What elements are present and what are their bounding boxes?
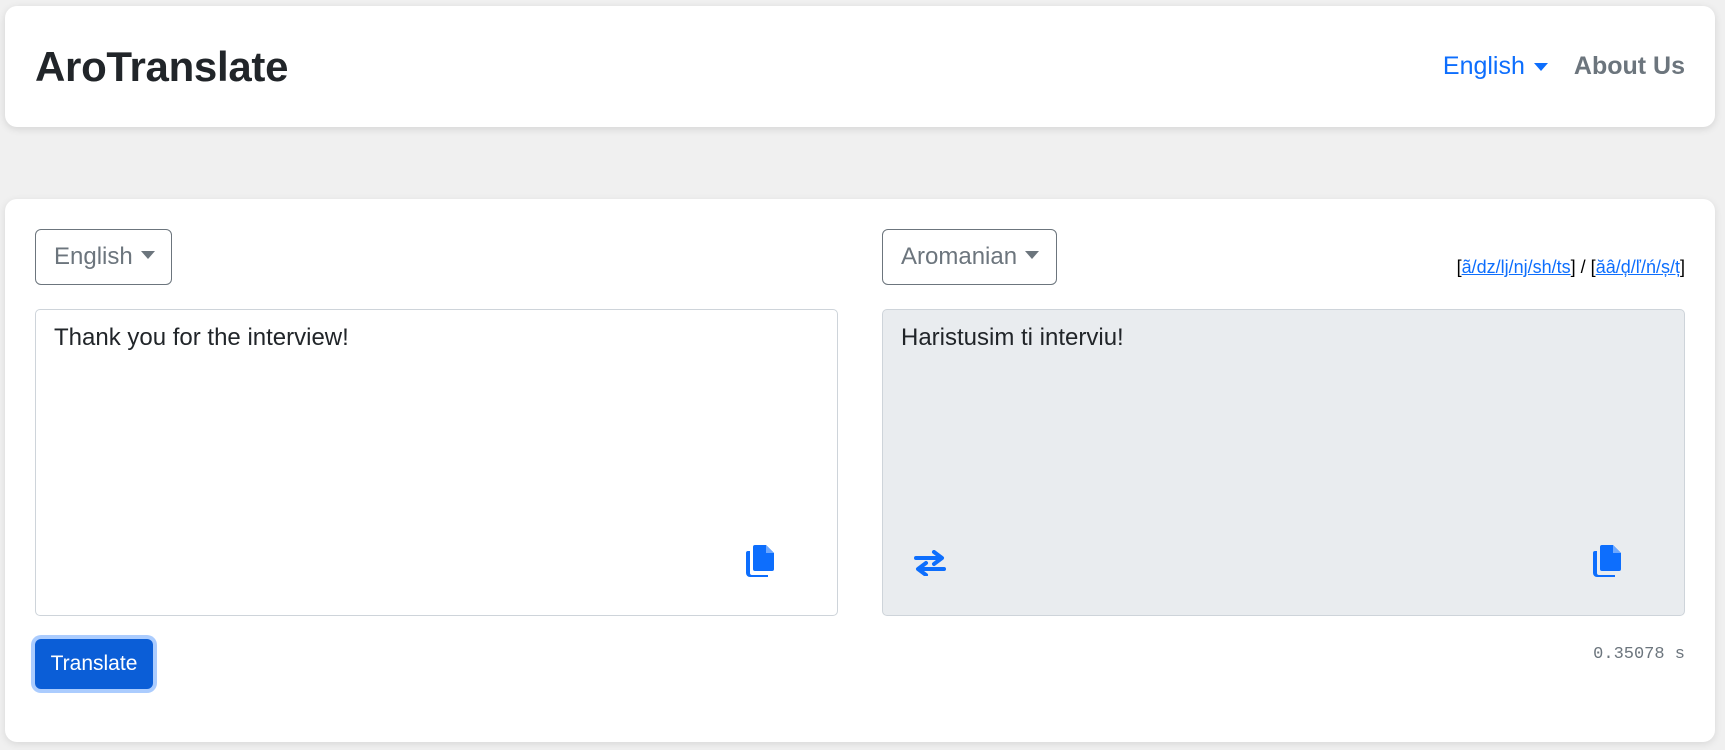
swap-arrows-icon-svg bbox=[914, 550, 946, 577]
target-language-dropdown[interactable]: Aromanian bbox=[882, 229, 1057, 285]
caret-down-icon bbox=[140, 251, 155, 259]
translator-card: English Aromanian [ã/dz/lj/nj/sh/ts] / [… bbox=[5, 199, 1715, 742]
nav-right: English About Us bbox=[1443, 52, 1685, 81]
source-language-dropdown[interactable]: English bbox=[35, 229, 172, 285]
copy-icon[interactable] bbox=[1593, 545, 1621, 582]
ui-language-label: English bbox=[1442, 52, 1525, 80]
source-text-input[interactable]: Thank you for the interview! bbox=[35, 309, 838, 616]
charset-link-standard[interactable]: ã/dz/lj/nj/sh/ts bbox=[1462, 257, 1571, 277]
charset-selector: [ã/dz/lj/nj/sh/ts] / [ăâ/ḑ/ľ/ń/ș/ț] bbox=[1457, 257, 1685, 278]
translate-button[interactable]: Translate bbox=[35, 639, 153, 689]
elapsed-time: 0.35078 s bbox=[1593, 645, 1685, 664]
source-language-label: English bbox=[54, 243, 133, 270]
navbar: AroTranslate English About Us bbox=[5, 6, 1715, 127]
copy-icon-svg bbox=[746, 545, 774, 577]
charset-separator: / bbox=[1575, 257, 1591, 277]
source-text: Thank you for the interview! bbox=[54, 324, 349, 351]
target-language-label: Aromanian bbox=[901, 243, 1018, 270]
target-text: Haristusim ti interviu! bbox=[901, 324, 1124, 351]
copy-icon[interactable] bbox=[746, 545, 774, 582]
caret-down-icon bbox=[1533, 62, 1548, 71]
ui-language-dropdown[interactable]: English bbox=[1443, 52, 1548, 81]
charset-link-diacritic[interactable]: ăâ/ḑ/ľ/ń/ș/ț bbox=[1596, 257, 1680, 277]
swap-arrows-icon[interactable] bbox=[914, 550, 946, 581]
bracket: ] bbox=[1679, 257, 1685, 277]
copy-icon-svg bbox=[1593, 545, 1621, 577]
brand-logo[interactable]: AroTranslate bbox=[35, 43, 288, 91]
target-text-output: Haristusim ti interviu! bbox=[882, 309, 1685, 616]
caret-down-icon bbox=[1025, 251, 1040, 259]
about-us-link[interactable]: About Us bbox=[1574, 52, 1685, 81]
